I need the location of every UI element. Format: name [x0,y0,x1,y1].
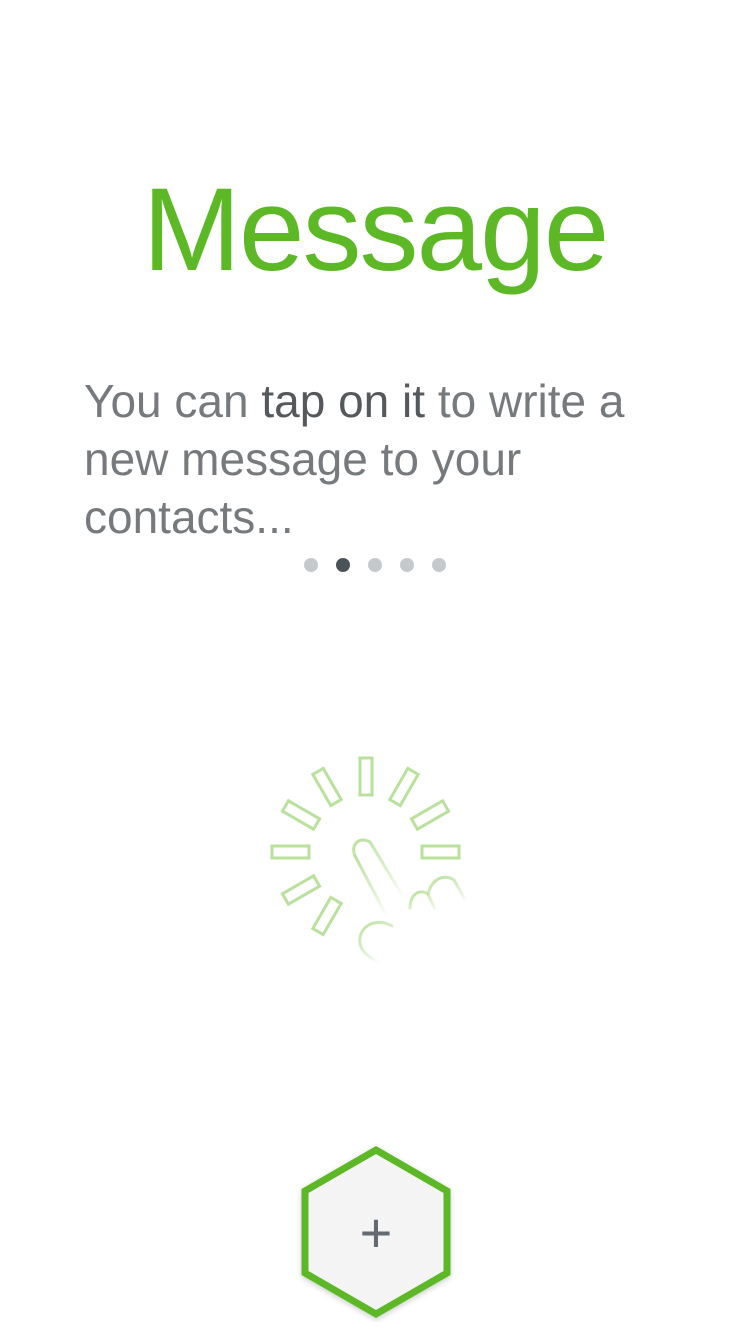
page-dot-5[interactable] [432,558,446,572]
description-prefix: You can [84,375,262,427]
description-emphasis: tap on it [261,375,426,427]
page-dot-3[interactable] [368,558,382,572]
page-title: Message [142,164,610,296]
tap-gesture-icon [260,748,490,978]
new-message-button[interactable]: + [296,1144,456,1322]
page-dot-4[interactable] [400,558,414,572]
page-dot-1[interactable] [304,558,318,572]
page-indicator [0,558,750,572]
plus-icon: + [359,1201,393,1264]
page-dot-2-active[interactable] [336,558,350,572]
onboarding-description: You can tap on it to write a new message… [84,372,694,546]
